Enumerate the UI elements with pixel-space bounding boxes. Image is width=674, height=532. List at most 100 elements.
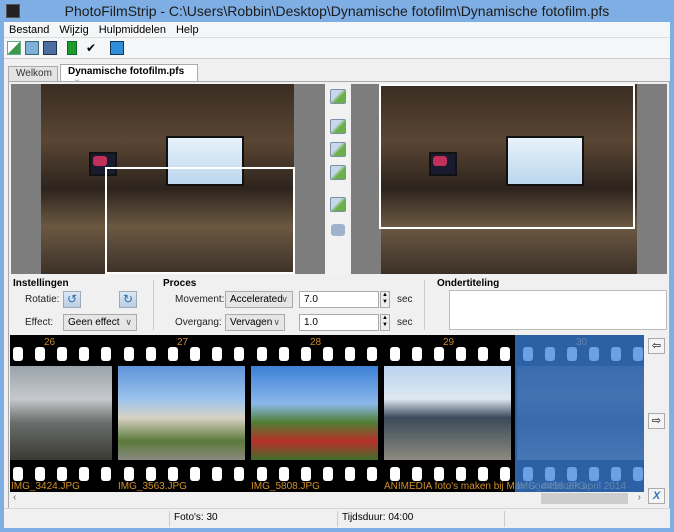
divider bbox=[169, 511, 170, 527]
sprocket-hole bbox=[412, 467, 422, 481]
sprocket-hole bbox=[301, 467, 311, 481]
menu-hulpmiddelen[interactable]: Hulpmiddelen bbox=[94, 22, 171, 36]
title-bar: PhotoFilmStrip - C:\Users\Robbin\Desktop… bbox=[0, 0, 674, 22]
frame-filename: IMG_3424.JPG bbox=[11, 481, 80, 492]
lock-icon[interactable] bbox=[331, 224, 345, 236]
movement-duration-spinner[interactable]: ▲ ▼ bbox=[380, 291, 390, 308]
unit-label: sec bbox=[397, 317, 413, 328]
sprocket-hole bbox=[35, 347, 45, 361]
sprocket-hole bbox=[168, 467, 178, 481]
sprocket-hole bbox=[79, 347, 89, 361]
start-crop-rectangle[interactable] bbox=[105, 167, 295, 274]
rotate-left-button[interactable]: ↺ bbox=[63, 291, 81, 308]
save-icon[interactable] bbox=[43, 41, 57, 55]
filmstrip-frame[interactable]: 29 ANIMEDIA foto's maken bij Max Soetebro… bbox=[382, 335, 626, 492]
window-title: PhotoFilmStrip - C:\Users\Robbin\Desktop… bbox=[64, 3, 610, 19]
sprocket-hole bbox=[367, 347, 377, 361]
overgang-select[interactable]: Vervagen bbox=[225, 314, 285, 331]
selection-highlight bbox=[515, 335, 644, 492]
sprocket-hole bbox=[323, 347, 333, 361]
movement-label: Movement: bbox=[175, 294, 225, 305]
sprocket-hole bbox=[190, 347, 200, 361]
menu-bestand[interactable]: Bestand bbox=[4, 22, 54, 36]
divider bbox=[424, 280, 425, 330]
render-icon[interactable] bbox=[110, 41, 124, 55]
remove-button[interactable]: X bbox=[648, 488, 665, 504]
ratio-icon[interactable] bbox=[330, 197, 346, 212]
divider bbox=[337, 511, 338, 527]
sprocket-hole bbox=[279, 347, 289, 361]
sprocket-hole bbox=[57, 467, 67, 481]
filmstrip-frame[interactable]: 27 IMG_3563.JPG bbox=[116, 335, 249, 492]
proces-title: Proces bbox=[163, 278, 197, 289]
unit-label: sec bbox=[397, 294, 413, 305]
frame-number: 26 bbox=[43, 337, 56, 348]
sprocket-hole bbox=[57, 347, 67, 361]
overgang-duration-spinner[interactable]: ▲ ▼ bbox=[380, 314, 390, 331]
tab-welkom[interactable]: Welkom bbox=[8, 66, 58, 81]
filmstrip-frame[interactable]: 26 IMG_3424.JPG bbox=[10, 335, 116, 492]
end-preview bbox=[351, 84, 667, 274]
sprocket-hole bbox=[412, 347, 422, 361]
frame-number: 28 bbox=[309, 337, 322, 348]
filmstrip-scrollbar[interactable]: ‹ › bbox=[10, 492, 644, 505]
sprocket-hole bbox=[168, 347, 178, 361]
photo-count: Foto's: 30 bbox=[174, 512, 218, 523]
tab-project[interactable]: Dynamische fotofilm.pfs × bbox=[60, 64, 198, 88]
sprocket-hole bbox=[500, 347, 510, 361]
scroll-left-arrow[interactable]: ‹ bbox=[13, 492, 16, 503]
filmstrip-frame[interactable]: 28 IMG_5808.JPG bbox=[249, 335, 382, 492]
rotate-right-button[interactable]: ↻ bbox=[119, 291, 137, 308]
movement-duration-input[interactable]: 7.0 bbox=[299, 291, 379, 308]
end-crop-rectangle[interactable] bbox=[379, 84, 635, 229]
sprocket-hole bbox=[478, 347, 488, 361]
frame-filename: IMG_5808.JPG bbox=[251, 481, 320, 492]
scrollbar-thumb[interactable] bbox=[541, 493, 628, 504]
overgang-duration-input[interactable]: 1.0 bbox=[299, 314, 379, 331]
frame-number: 29 bbox=[442, 337, 455, 348]
sprocket-hole bbox=[212, 467, 222, 481]
move-right-button[interactable]: ⇨ bbox=[648, 413, 665, 429]
sprocket-hole bbox=[345, 467, 355, 481]
menu-bar: Bestand Wijzig Hulpmiddelen Help bbox=[4, 22, 670, 38]
frame-thumbnail bbox=[251, 366, 378, 460]
sprocket-hole bbox=[301, 347, 311, 361]
import-pictures-icon[interactable] bbox=[67, 41, 77, 55]
move-left-button[interactable]: ⇦ bbox=[648, 338, 665, 354]
sprocket-hole bbox=[434, 467, 444, 481]
frame-thumbnail bbox=[10, 366, 112, 460]
instellingen-title: Instellingen bbox=[13, 278, 69, 289]
status-bar: Foto's: 30 Tijdsduur: 04:00 bbox=[4, 508, 670, 528]
subtitle-textarea[interactable] bbox=[449, 290, 667, 330]
ondertiteling-title: Ondertiteling bbox=[437, 278, 500, 289]
scroll-right-arrow[interactable]: › bbox=[638, 492, 641, 503]
sprocket-hole bbox=[390, 467, 400, 481]
sprocket-hole bbox=[456, 467, 466, 481]
copy-to-start-icon[interactable] bbox=[330, 142, 346, 157]
divider bbox=[153, 280, 154, 330]
effect-select[interactable]: Geen effect bbox=[63, 314, 137, 331]
sprocket-hole bbox=[146, 467, 156, 481]
open-project-icon[interactable] bbox=[25, 41, 39, 55]
swap-icon[interactable] bbox=[330, 165, 346, 180]
sprocket-hole bbox=[500, 467, 510, 481]
toolbar: ✔ bbox=[4, 38, 670, 59]
check-icon[interactable]: ✔ bbox=[86, 41, 100, 55]
movement-select[interactable]: Accelerated bbox=[225, 291, 293, 308]
filmstrip-frame[interactable]: 30IMG_4456.JPG bbox=[515, 335, 644, 492]
sprocket-hole bbox=[323, 467, 333, 481]
random-motion-icon[interactable] bbox=[330, 89, 346, 104]
effect-label: Effect: bbox=[25, 317, 54, 328]
new-project-icon[interactable] bbox=[7, 41, 21, 55]
filmstrip[interactable]: 26 IMG_3424.JPG 27 IMG_3563.JPG 28 IMG_5808.J… bbox=[10, 335, 644, 492]
menu-help[interactable]: Help bbox=[171, 22, 204, 36]
sprocket-hole bbox=[101, 467, 111, 481]
sprocket-hole bbox=[101, 347, 111, 361]
copy-to-end-icon[interactable] bbox=[330, 119, 346, 134]
sprocket-hole bbox=[279, 467, 289, 481]
preview-tools bbox=[326, 84, 349, 274]
menu-wijzig[interactable]: Wijzig bbox=[54, 22, 93, 36]
sprocket-hole bbox=[13, 347, 23, 361]
overgang-label: Overgang: bbox=[175, 317, 222, 328]
sprocket-hole bbox=[190, 467, 200, 481]
